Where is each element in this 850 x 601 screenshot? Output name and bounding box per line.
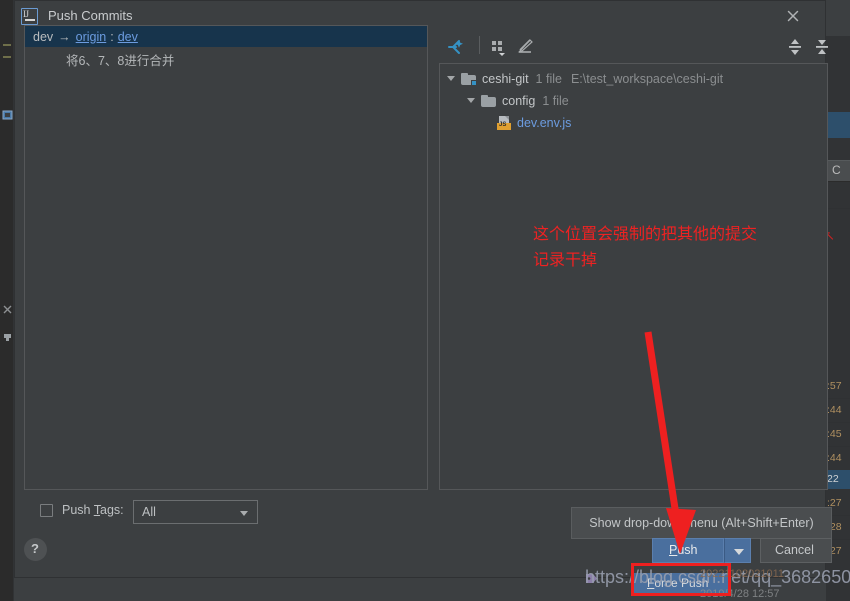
expand-collapse-icon[interactable]	[445, 36, 467, 58]
ide-timestamp: :57	[827, 380, 842, 392]
push-tags-row: Push Tags:	[40, 503, 124, 517]
toolbar-divider	[479, 36, 480, 54]
push-button[interactable]: Push	[652, 538, 724, 563]
annotation-note: 这个位置会强制的把其他的提交 记录干掉	[533, 221, 833, 273]
branch-source-label: dev	[33, 29, 54, 44]
collapse-all-icon[interactable]	[811, 36, 833, 58]
tree-toolbar	[440, 34, 828, 60]
ide-highlighted-row	[826, 112, 850, 138]
group-by-icon[interactable]	[487, 36, 509, 58]
file-tree-panel[interactable]: ceshi-git 1 file E:\test_workspace\ceshi…	[439, 63, 828, 490]
tree-folder-count: 1 file	[542, 94, 569, 108]
watermark-date: 2019/4/28 12:57	[700, 588, 780, 600]
tree-row-file[interactable]: JS dev.env.js	[440, 112, 827, 134]
ide-marker-2	[3, 56, 11, 58]
push-tags-dropdown[interactable]: All	[133, 500, 258, 524]
remote-link[interactable]: origin	[76, 30, 107, 44]
tree-row-folder[interactable]: config 1 file	[440, 90, 827, 112]
tree-file-name: dev.env.js	[517, 116, 572, 130]
push-button-label: Push	[669, 543, 698, 557]
ide-timestamp: :44	[827, 452, 842, 464]
ide-timestamp: :44	[827, 404, 842, 416]
commit-branch-header[interactable]: dev → origin : dev	[25, 26, 427, 47]
tree-row-root[interactable]: ceshi-git 1 file E:\test_workspace\ceshi…	[440, 68, 827, 90]
push-tags-dropdown-value: All	[142, 505, 156, 519]
chevron-down-icon[interactable]	[467, 97, 475, 107]
close-icon[interactable]	[783, 6, 803, 26]
arrow-right-icon: →	[58, 29, 71, 44]
cancel-button[interactable]: Cancel	[760, 538, 832, 563]
chevron-down-icon[interactable]	[447, 75, 455, 85]
js-file-icon: JS	[497, 116, 511, 130]
tree-root-name: ceshi-git	[482, 72, 529, 86]
watermark-number: 20221102021011	[700, 568, 785, 580]
help-button[interactable]: ?	[24, 538, 47, 561]
help-label: ?	[31, 541, 39, 556]
ide-left-toolbar-strip	[0, 0, 14, 601]
push-tags-label: Push Tags:	[62, 503, 124, 517]
ide-column-header-label: C	[832, 163, 841, 177]
separator-label: :	[110, 29, 114, 44]
dialog-title: Push Commits	[48, 8, 133, 23]
annotation-line-2: 记录干掉	[533, 250, 598, 269]
dropdown-tooltip: Show drop-down menu (Alt+Shift+Enter)	[571, 507, 832, 539]
ide-module-icon	[2, 108, 13, 120]
chevron-down-icon	[240, 511, 248, 516]
intellij-idea-icon	[21, 8, 38, 25]
push-dropdown-button[interactable]	[724, 538, 751, 563]
tree-folder-name: config	[502, 94, 536, 108]
ide-timestamp: :45	[827, 428, 842, 440]
chevron-down-icon	[734, 549, 744, 555]
annotation-line-1: 这个位置会强制的把其他的提交	[533, 224, 758, 243]
ide-build-icon	[2, 330, 13, 341]
tree-root-path: E:\test_workspace\ceshi-git	[570, 72, 724, 86]
module-folder-icon	[461, 73, 477, 86]
ide-timestamp-selected: 22	[827, 473, 839, 485]
commit-message[interactable]: 将6、7、8进行合并	[66, 50, 174, 69]
branch-target-link[interactable]: dev	[118, 30, 138, 44]
ide-close-mark-icon	[2, 302, 13, 314]
commits-list-panel[interactable]: dev → origin : dev 将6、7、8进行合并	[24, 25, 428, 490]
edit-pencil-icon[interactable]	[514, 36, 536, 58]
push-commits-dialog: Push Commits dev → origin : dev 将6、7、8进行…	[14, 0, 832, 578]
folder-icon	[481, 95, 496, 107]
ide-marker-1	[3, 44, 11, 46]
push-tags-checkbox[interactable]	[40, 503, 53, 517]
cancel-button-label: Cancel	[775, 543, 814, 557]
expand-all-icon[interactable]	[784, 36, 806, 58]
tree-root-count: 1 file	[535, 72, 562, 86]
ide-right-panel-top	[826, 0, 850, 36]
